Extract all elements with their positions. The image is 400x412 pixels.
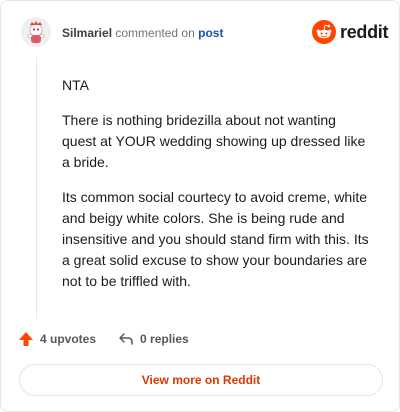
reply-count: 0 replies	[140, 332, 189, 346]
reddit-wordmark: reddit	[340, 21, 389, 42]
view-more-button[interactable]: View more on Reddit	[19, 364, 383, 396]
comment-actions: 4 upvotes 0 replies	[18, 331, 189, 347]
reply-button[interactable]: 0 replies	[118, 331, 189, 347]
upvote-button[interactable]: 4 upvotes	[18, 331, 96, 347]
comment-paragraph: There is nothing bridezilla about not wa…	[62, 112, 366, 170]
upvote-arrow-icon	[19, 332, 33, 346]
comment-header: Silmariel commented on post	[62, 25, 223, 41]
post-link[interactable]: post	[198, 26, 223, 40]
thread-line	[36, 57, 37, 319]
snoo-avatar-icon[interactable]	[21, 17, 51, 47]
author-name[interactable]: Silmariel	[62, 26, 112, 40]
reddit-logo[interactable]: reddit	[312, 20, 389, 44]
comment-paragraph: NTA	[62, 77, 89, 93]
reply-arrow-icon	[119, 333, 133, 345]
comment-embed-card: Silmariel commented on post reddit NTA T…	[0, 0, 400, 412]
action-text: commented on	[115, 26, 195, 40]
reddit-logo-icon	[312, 20, 336, 44]
comment-body: NTA There is nothing bridezilla about no…	[62, 75, 374, 306]
upvote-count: 4 upvotes	[40, 332, 97, 346]
comment-paragraph: Its common social courtecy to avoid crem…	[62, 189, 369, 289]
